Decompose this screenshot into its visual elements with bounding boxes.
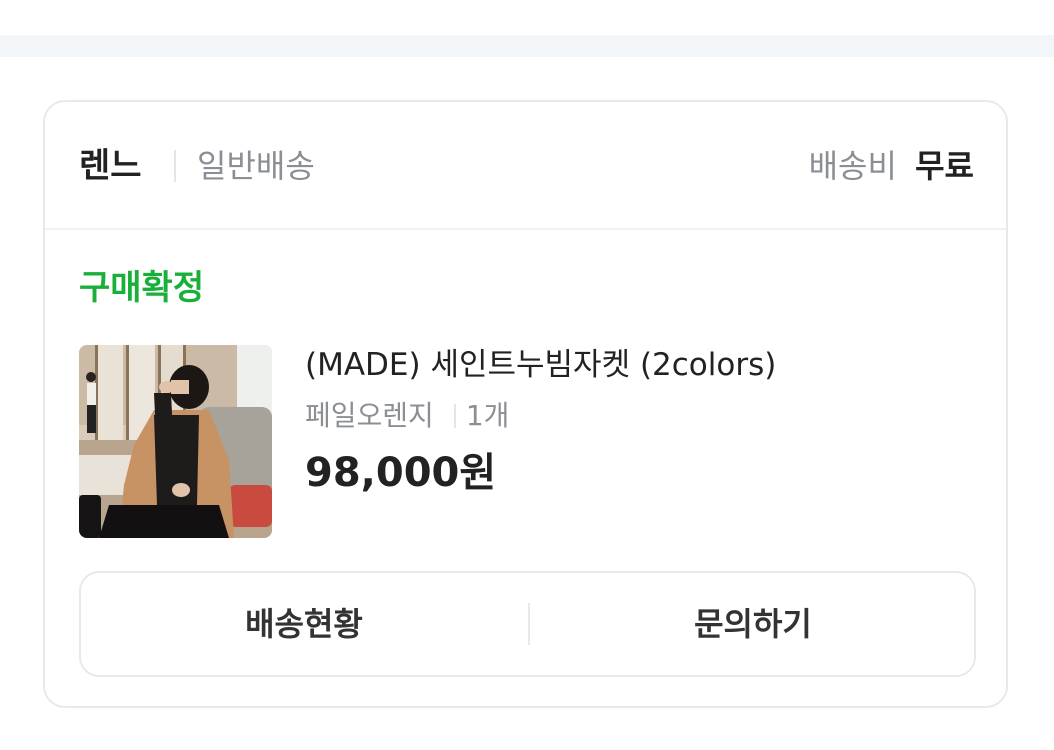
option-divider [453,404,456,428]
product-quantity: 1개 [465,399,510,432]
top-spacer [0,0,1054,35]
product-name[interactable]: (MADE) 세인트누빔자켓 (2colors) [305,344,776,386]
order-status: 구매확정 [79,268,205,308]
product-option: 페일오렌지 [305,399,434,432]
product-price: 98,000원 [305,450,497,496]
header-divider [174,150,176,182]
inquiry-button[interactable]: 문의하기 [530,573,976,675]
order-card-header: 렌느 일반배송 배송비 무료 [45,102,1006,230]
shipping-fee-value: 무료 [915,147,974,185]
product-option-row: 페일오렌지 1개 [305,396,509,436]
shipping-type: 일반배송 [197,147,315,185]
track-delivery-button[interactable]: 배송현황 [81,573,527,675]
order-card: 렌느 일반배송 배송비 무료 구매확정 (MADE) 세인트누빔자켓 (2col… [43,100,1008,708]
order-actions: 배송현황 문의하기 [79,571,976,677]
seller-name[interactable]: 렌느 [79,144,142,188]
shipping-fee: 배송비 무료 [809,144,974,188]
section-divider-band [0,35,1054,57]
shipping-fee-label: 배송비 [808,147,897,185]
product-thumbnail[interactable] [79,345,272,538]
